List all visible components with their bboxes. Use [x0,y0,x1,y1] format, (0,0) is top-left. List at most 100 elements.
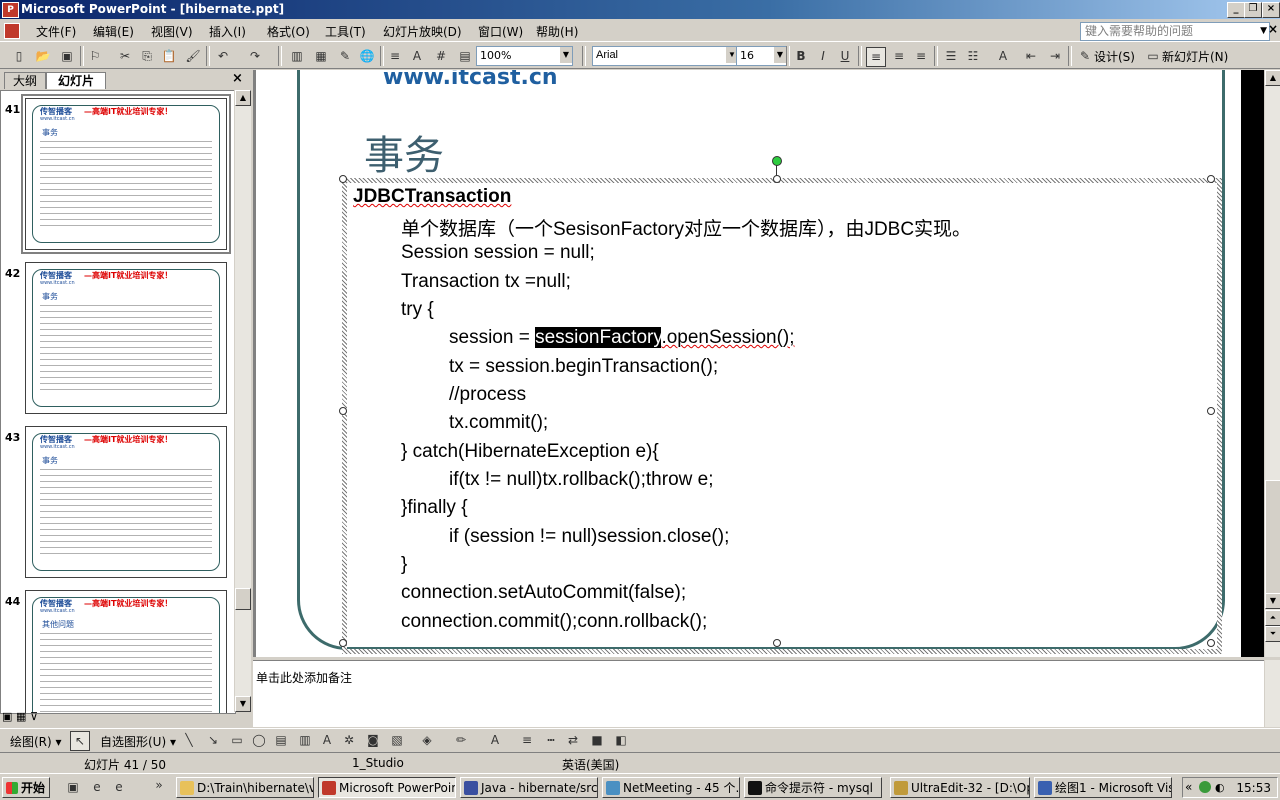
resize-handle[interactable] [773,175,781,183]
save-icon[interactable]: ▣ [58,47,76,65]
scroll-up-icon[interactable]: ▲ [1265,70,1280,86]
new-icon[interactable]: ▯ [10,47,28,65]
volume-icon[interactable]: ◐ [1215,781,1225,794]
table-icon[interactable]: ▦ [312,47,330,65]
menu-format[interactable]: 格式(O) [267,23,310,40]
line-color-icon[interactable]: ✏ [452,731,470,749]
close-button[interactable]: × [1262,2,1280,18]
design-button[interactable]: 设计(S) [1094,48,1135,65]
paste-icon[interactable]: 📋 [160,47,178,65]
fill-color-icon[interactable]: ◈ [418,731,436,749]
edit-icon[interactable]: ✎ [336,47,354,65]
help-search-input[interactable]: 键入需要帮助的问题 ▼ [1080,22,1270,41]
thumbnail-scrollbar[interactable]: ▲ ▼ [234,90,251,712]
slideshow-icon[interactable]: ⊽ [30,710,38,723]
arrow-icon[interactable]: ↘ [204,731,222,749]
rectangle-icon[interactable]: ▭ [228,731,246,749]
taskbar-button[interactable]: Java - hibernate/src... [460,777,598,798]
slide-thumbnail[interactable]: 传智播客 —高端IT就业培训专家！ www.itcast.cn 事务 [25,262,227,414]
new-slide-icon[interactable]: ▭ [1144,47,1162,65]
document-icon[interactable] [4,23,20,39]
browser-icon[interactable]: e [110,778,128,796]
taskbar-button[interactable]: UltraEdit-32 - [D:\Op... [890,777,1030,798]
slide-title[interactable]: 事务 [364,123,444,181]
textbox-icon[interactable]: ▤ [272,731,290,749]
chevron-down-icon[interactable]: ▼ [560,47,572,63]
taskbar-button[interactable]: 命令提示符 - mysql [744,777,882,798]
arrow-style-icon[interactable]: ⇄ [564,731,582,749]
scroll-down-icon[interactable]: ▼ [1265,593,1280,609]
zoom-select[interactable]: 100% ▼ [476,46,573,66]
vertical-textbox-icon[interactable]: ▥ [296,731,314,749]
align-center-icon[interactable]: ≡ [890,47,908,65]
numbering-icon[interactable]: ☰ [942,47,960,65]
start-button[interactable]: 开始 [2,777,50,798]
line-style-icon[interactable]: ≡ [518,731,536,749]
menu-window[interactable]: 窗口(W) [478,23,523,40]
slide-thumbnail[interactable]: 传智播客 —高端IT就业培训专家！ www.itcast.cn 事务 [21,94,231,254]
expand-icon[interactable]: ≡ [386,47,404,65]
underline-icon[interactable]: U [836,47,854,65]
picture-icon[interactable]: ▧ [388,731,406,749]
minimize-button[interactable]: _ [1227,2,1245,18]
tray-expand-icon[interactable]: « [1185,780,1192,794]
clipart-icon[interactable]: ◙ [364,731,382,749]
font-size-select[interactable]: 16 ▼ [736,46,787,66]
clock[interactable]: 15:53 [1236,781,1271,795]
wordart-icon[interactable]: A [318,731,336,749]
format-painter-icon[interactable]: 🖌 [184,47,202,65]
taskbar-button[interactable]: NetMeeting - 45 个... [602,777,740,798]
color-grayscale-icon[interactable]: ▤ [456,47,474,65]
more-quicklaunch-icon[interactable]: » [150,776,168,794]
ie-icon[interactable]: e [88,778,106,796]
tab-outline[interactable]: 大纲 [4,72,46,89]
3d-icon[interactable]: ◧ [612,731,630,749]
chevron-down-icon[interactable]: ▼ [774,47,786,63]
slide-scrollbar[interactable]: ▲ ▼ ⏶ ⏷ [1264,70,1280,657]
font-color-icon[interactable]: A [486,731,504,749]
slide-sorter-icon[interactable]: ▦ [16,710,26,723]
draw-menu[interactable]: 绘图(R) ▾ [10,733,62,750]
chart-icon[interactable]: ▥ [288,47,306,65]
menu-edit[interactable]: 编辑(E) [93,23,134,40]
dash-style-icon[interactable]: ┅ [542,731,560,749]
italic-icon[interactable]: I [814,47,832,65]
resize-handle[interactable] [339,175,347,183]
redo-icon[interactable]: ↷ [246,47,264,65]
slide-thumbnail[interactable]: 传智播客 —高端IT就业培训专家！ www.itcast.cn 其他问题 [25,590,227,713]
copy-icon[interactable]: ⎘ [138,47,156,65]
autoshapes-menu[interactable]: 自选图形(U) ▾ [100,733,176,750]
diagram-icon[interactable]: ✲ [340,731,358,749]
notes-pane[interactable]: 单击此处添加备注 [253,660,1264,727]
taskbar-button[interactable]: D:\Train\hibernate\v... [176,777,314,798]
resize-handle[interactable] [1207,175,1215,183]
align-right-icon[interactable]: ≡ [912,47,930,65]
decrease-indent-icon[interactable]: ⇤ [1022,47,1040,65]
menu-tools[interactable]: 工具(T) [325,23,366,40]
previous-slide-icon[interactable]: ⏶ [1265,610,1280,626]
menu-slideshow[interactable]: 幻灯片放映(D) [383,23,462,40]
menu-insert[interactable]: 插入(I) [209,23,246,40]
bullets-icon[interactable]: ☷ [964,47,982,65]
design-icon[interactable]: ✎ [1076,47,1094,65]
scroll-up-icon[interactable]: ▲ [235,90,251,106]
close-pane-icon[interactable]: × [232,71,243,86]
select-pointer-icon[interactable]: ↖ [70,731,90,751]
resize-handle[interactable] [1207,407,1215,415]
close-document-icon[interactable]: × [1268,22,1278,36]
restore-button[interactable]: ❐ [1244,2,1262,18]
normal-view-icon[interactable]: ▣ [2,710,12,723]
new-slide-button[interactable]: 新幻灯片(N) [1162,48,1228,65]
powerpoint-app-icon[interactable]: P [2,2,19,18]
menu-file[interactable]: 文件(F) [36,23,76,40]
permission-icon[interactable]: ⚐ [86,47,104,65]
chevron-down-icon[interactable]: ▼ [1260,23,1267,39]
shadow-icon[interactable]: ■ [588,731,606,749]
scrollbar-thumb[interactable] [235,588,251,610]
scroll-down-icon[interactable]: ▼ [235,696,251,712]
oval-icon[interactable]: ◯ [250,731,268,749]
cut-icon[interactable]: ✂ [116,47,134,65]
align-left-icon[interactable]: ≡ [866,47,886,67]
line-icon[interactable]: ╲ [180,731,198,749]
undo-icon[interactable]: ↶ [214,47,232,65]
